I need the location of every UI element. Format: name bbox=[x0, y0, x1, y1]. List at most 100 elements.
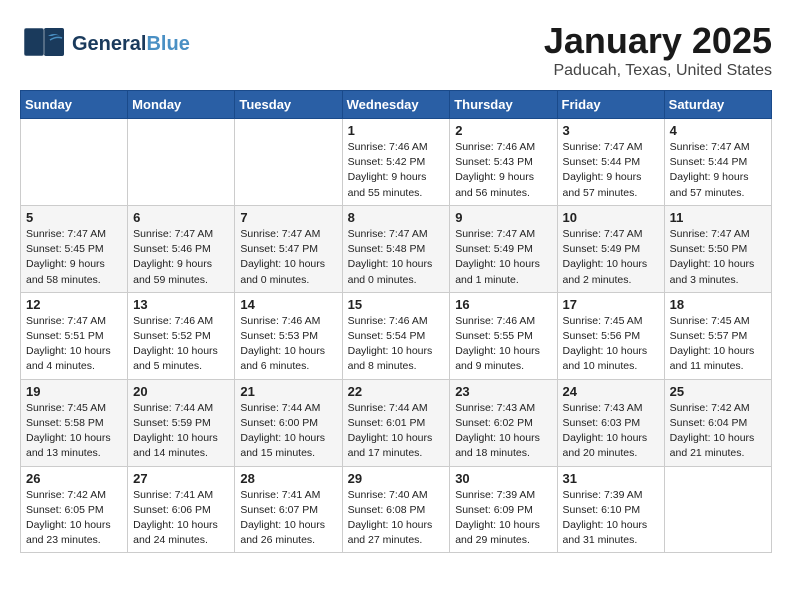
day-info-line: Sunset: 6:04 PM bbox=[670, 416, 766, 431]
logo-text-block: GeneralBlue bbox=[72, 33, 190, 55]
logo-general: GeneralBlue bbox=[72, 33, 190, 55]
day-content: Sunrise: 7:44 AMSunset: 5:59 PMDaylight:… bbox=[133, 401, 229, 462]
calendar-day-5: 5 Sunrise: 7:47 AMSunset: 5:45 PMDaylight… bbox=[21, 205, 128, 292]
day-info-line: Sunset: 6:10 PM bbox=[563, 503, 659, 518]
day-info-line: and 20 minutes. bbox=[563, 446, 659, 461]
page-header: GeneralBlue January 2025 Paducah, Texas,… bbox=[20, 20, 772, 80]
day-number: 1 bbox=[348, 123, 445, 138]
day-info-line: Sunrise: 7:43 AM bbox=[455, 401, 551, 416]
day-content: Sunrise: 7:41 AMSunset: 6:07 PMDaylight:… bbox=[240, 488, 336, 549]
calendar-week-4: 19 Sunrise: 7:45 AMSunset: 5:58 PMDayligh… bbox=[21, 379, 772, 466]
day-info-line: Sunset: 5:44 PM bbox=[563, 155, 659, 170]
day-info-line: Sunrise: 7:39 AM bbox=[455, 488, 551, 503]
day-info-line: Sunset: 5:45 PM bbox=[26, 242, 122, 257]
day-info-line: and 23 minutes. bbox=[26, 533, 122, 548]
day-content: Sunrise: 7:47 AMSunset: 5:46 PMDaylight:… bbox=[133, 227, 229, 288]
day-info-line: Sunrise: 7:46 AM bbox=[348, 314, 445, 329]
calendar-day-27: 27Sunrise: 7:41 AMSunset: 6:06 PMDayligh… bbox=[128, 466, 235, 553]
day-info-line: and 26 minutes. bbox=[240, 533, 336, 548]
day-number: 5 bbox=[26, 210, 122, 225]
day-content: Sunrise: 7:46 AMSunset: 5:54 PMDaylight:… bbox=[348, 314, 445, 375]
weekday-header-row: SundayMondayTuesdayWednesdayThursdayFrid… bbox=[21, 91, 772, 119]
day-info-line: Daylight: 10 hours bbox=[348, 344, 445, 359]
day-info-line: Sunset: 5:59 PM bbox=[133, 416, 229, 431]
day-info-line: and 15 minutes. bbox=[240, 446, 336, 461]
day-info-line: Sunrise: 7:42 AM bbox=[26, 488, 122, 503]
day-number: 19 bbox=[26, 384, 122, 399]
day-info-line: Daylight: 9 hours bbox=[26, 257, 122, 272]
day-info-line: and 57 minutes. bbox=[563, 186, 659, 201]
day-info-line: Sunrise: 7:45 AM bbox=[563, 314, 659, 329]
day-info-line: Sunset: 5:46 PM bbox=[133, 242, 229, 257]
calendar-day-13: 13Sunrise: 7:46 AMSunset: 5:52 PMDayligh… bbox=[128, 292, 235, 379]
empty-cell bbox=[21, 119, 128, 206]
day-info-line: Sunset: 5:56 PM bbox=[563, 329, 659, 344]
day-info-line: and 11 minutes. bbox=[670, 359, 766, 374]
day-content: Sunrise: 7:42 AMSunset: 6:04 PMDaylight:… bbox=[670, 401, 766, 462]
day-info-line: and 0 minutes. bbox=[240, 273, 336, 288]
day-info-line: Daylight: 10 hours bbox=[240, 344, 336, 359]
day-info-line: Sunrise: 7:47 AM bbox=[455, 227, 551, 242]
day-info-line: Sunset: 6:02 PM bbox=[455, 416, 551, 431]
day-info-line: Daylight: 10 hours bbox=[455, 257, 551, 272]
day-info-line: Sunset: 5:54 PM bbox=[348, 329, 445, 344]
day-info-line: Sunrise: 7:46 AM bbox=[455, 140, 551, 155]
day-content: Sunrise: 7:47 AMSunset: 5:45 PMDaylight:… bbox=[26, 227, 122, 288]
day-content: Sunrise: 7:45 AMSunset: 5:56 PMDaylight:… bbox=[563, 314, 659, 375]
calendar-day-20: 20Sunrise: 7:44 AMSunset: 5:59 PMDayligh… bbox=[128, 379, 235, 466]
location: Paducah, Texas, United States bbox=[544, 62, 772, 80]
day-info-line: Daylight: 10 hours bbox=[240, 257, 336, 272]
day-info-line: Daylight: 10 hours bbox=[133, 344, 229, 359]
day-info-line: Sunset: 5:52 PM bbox=[133, 329, 229, 344]
day-info-line: and 18 minutes. bbox=[455, 446, 551, 461]
month-title: January 2025 bbox=[544, 20, 772, 62]
logo: GeneralBlue bbox=[20, 20, 190, 68]
day-content: Sunrise: 7:47 AMSunset: 5:44 PMDaylight:… bbox=[563, 140, 659, 201]
day-info-line: Sunrise: 7:47 AM bbox=[26, 314, 122, 329]
day-info-line: and 1 minute. bbox=[455, 273, 551, 288]
day-content: Sunrise: 7:47 AMSunset: 5:49 PMDaylight:… bbox=[563, 227, 659, 288]
day-info-line: Sunrise: 7:46 AM bbox=[348, 140, 445, 155]
day-info-line: Sunset: 5:58 PM bbox=[26, 416, 122, 431]
day-info-line: Daylight: 10 hours bbox=[670, 431, 766, 446]
day-info-line: Sunrise: 7:44 AM bbox=[133, 401, 229, 416]
day-number: 18 bbox=[670, 297, 766, 312]
day-info-line: Daylight: 10 hours bbox=[133, 431, 229, 446]
day-info-line: Daylight: 10 hours bbox=[240, 431, 336, 446]
day-info-line: Sunrise: 7:41 AM bbox=[133, 488, 229, 503]
day-number: 4 bbox=[670, 123, 766, 138]
day-content: Sunrise: 7:46 AMSunset: 5:42 PMDaylight:… bbox=[348, 140, 445, 201]
day-info-line: Sunset: 5:42 PM bbox=[348, 155, 445, 170]
day-info-line: and 55 minutes. bbox=[348, 186, 445, 201]
calendar-day-21: 21Sunrise: 7:44 AMSunset: 6:00 PMDayligh… bbox=[235, 379, 342, 466]
day-content: Sunrise: 7:39 AMSunset: 6:10 PMDaylight:… bbox=[563, 488, 659, 549]
day-info-line: Daylight: 10 hours bbox=[240, 518, 336, 533]
empty-cell bbox=[128, 119, 235, 206]
calendar-day-9: 9Sunrise: 7:47 AMSunset: 5:49 PMDaylight… bbox=[450, 205, 557, 292]
day-content: Sunrise: 7:42 AMSunset: 6:05 PMDaylight:… bbox=[26, 488, 122, 549]
day-number: 10 bbox=[563, 210, 659, 225]
empty-cell bbox=[664, 466, 771, 553]
day-info-line: Sunrise: 7:46 AM bbox=[455, 314, 551, 329]
calendar-day-3: 3Sunrise: 7:47 AMSunset: 5:44 PMDaylight… bbox=[557, 119, 664, 206]
calendar-day-1: 1 Sunrise: 7:46 AMSunset: 5:42 PMDaylight… bbox=[342, 119, 450, 206]
day-info-line: and 17 minutes. bbox=[348, 446, 445, 461]
day-info-line: Daylight: 10 hours bbox=[455, 431, 551, 446]
day-content: Sunrise: 7:45 AMSunset: 5:58 PMDaylight:… bbox=[26, 401, 122, 462]
day-info-line: Daylight: 9 hours bbox=[348, 170, 445, 185]
day-number: 11 bbox=[670, 210, 766, 225]
calendar-day-12: 12Sunrise: 7:47 AMSunset: 5:51 PMDayligh… bbox=[21, 292, 128, 379]
calendar-day-16: 16Sunrise: 7:46 AMSunset: 5:55 PMDayligh… bbox=[450, 292, 557, 379]
day-info-line: and 29 minutes. bbox=[455, 533, 551, 548]
calendar-day-6: 6Sunrise: 7:47 AMSunset: 5:46 PMDaylight… bbox=[128, 205, 235, 292]
day-info-line: Sunset: 5:50 PM bbox=[670, 242, 766, 257]
day-info-line: and 3 minutes. bbox=[670, 273, 766, 288]
day-info-line: Sunrise: 7:47 AM bbox=[670, 227, 766, 242]
day-number: 8 bbox=[348, 210, 445, 225]
day-info-line: and 21 minutes. bbox=[670, 446, 766, 461]
day-info-line: Daylight: 10 hours bbox=[455, 518, 551, 533]
day-number: 27 bbox=[133, 471, 229, 486]
calendar-day-24: 24Sunrise: 7:43 AMSunset: 6:03 PMDayligh… bbox=[557, 379, 664, 466]
day-info-line: Sunrise: 7:44 AM bbox=[240, 401, 336, 416]
day-info-line: Daylight: 10 hours bbox=[563, 518, 659, 533]
